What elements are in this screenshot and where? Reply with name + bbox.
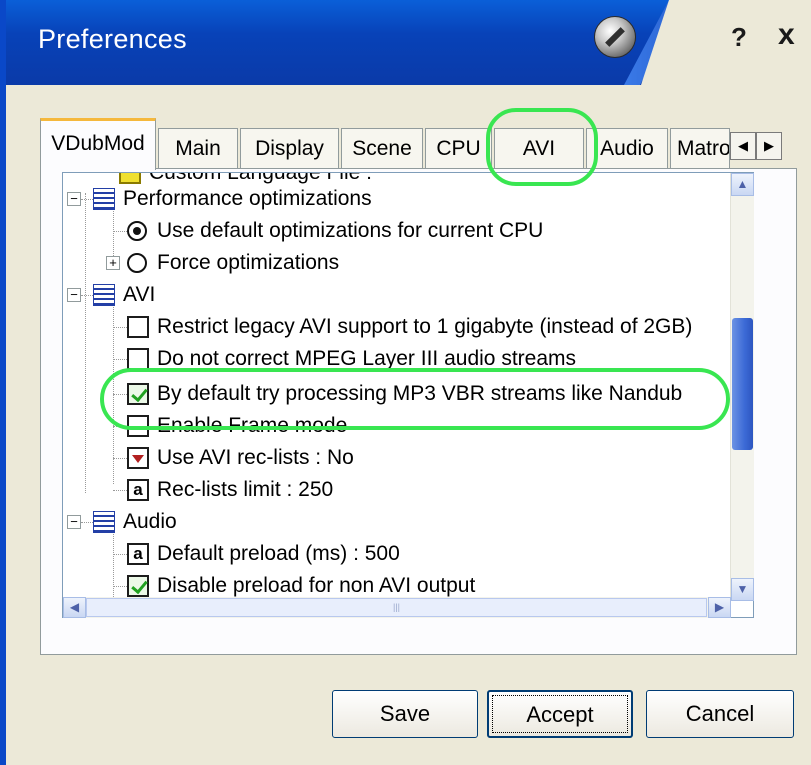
tree-line <box>113 527 114 607</box>
tree-line <box>113 426 127 427</box>
horizontal-scroll-thumb[interactable]: ||| <box>86 598 707 617</box>
checkbox-icon[interactable] <box>127 348 149 370</box>
checkbox-checked-icon[interactable] <box>127 383 149 405</box>
tree-line <box>113 359 127 360</box>
group-icon <box>93 511 115 533</box>
accept-button[interactable]: Accept <box>487 690 633 738</box>
collapse-icon[interactable]: − <box>67 288 81 302</box>
tree-line <box>113 231 127 232</box>
tab-scene[interactable]: Scene <box>341 128 423 168</box>
tree-line <box>113 490 127 491</box>
horizontal-scrollbar[interactable]: ◀ ||| ▶ <box>63 597 731 618</box>
scroll-down-icon[interactable]: ▼ <box>731 578 754 601</box>
scroll-up-icon[interactable]: ▲ <box>731 173 754 196</box>
help-icon[interactable]: ? <box>731 22 747 53</box>
tree-line <box>113 327 127 328</box>
tab-scroll-left-icon[interactable]: ◀ <box>730 132 756 160</box>
tab-vdubmod[interactable]: VDubMod <box>40 118 156 170</box>
settings-tree[interactable]: Custom Language File : − Performance opt… <box>62 172 754 618</box>
tab-audio[interactable]: Audio <box>586 128 668 168</box>
save-button[interactable]: Save <box>332 690 478 738</box>
expand-icon[interactable]: + <box>106 256 120 270</box>
group-icon <box>93 284 115 306</box>
title-bar[interactable]: Preferences ? x <box>6 0 811 85</box>
tab-main[interactable]: Main <box>158 128 238 168</box>
tab-matroska[interactable]: Matro <box>670 128 730 168</box>
text-value-icon[interactable]: a <box>127 543 149 565</box>
tree-line <box>113 586 127 587</box>
checkbox-checked-icon[interactable] <box>127 575 149 597</box>
scroll-left-icon[interactable]: ◀ <box>63 597 86 618</box>
checkbox-icon[interactable] <box>127 415 149 437</box>
close-icon[interactable]: x <box>778 20 795 50</box>
tree-line <box>113 554 127 555</box>
collapse-icon[interactable]: − <box>67 515 81 529</box>
dropdown-icon[interactable] <box>127 447 149 469</box>
window-title: Preferences <box>38 24 187 54</box>
tree-line <box>113 458 127 459</box>
checkbox-icon[interactable] <box>127 316 149 338</box>
cancel-button[interactable]: Cancel <box>646 690 794 738</box>
radio-selected-icon[interactable] <box>127 221 147 241</box>
tree-line <box>81 199 93 200</box>
tab-display[interactable]: Display <box>240 128 339 168</box>
tab-cpu[interactable]: CPU <box>425 128 492 168</box>
vertical-scroll-thumb[interactable] <box>732 318 753 450</box>
tree-line <box>113 394 127 395</box>
vertical-scrollbar[interactable]: ▲ ▼ <box>730 173 754 601</box>
tree-line <box>81 295 93 296</box>
tree-line <box>81 522 93 523</box>
tab-scroll-right-icon[interactable]: ▶ <box>756 132 782 160</box>
tree-line <box>85 193 86 493</box>
group-icon <box>93 188 115 210</box>
scroll-right-icon[interactable]: ▶ <box>708 597 731 618</box>
tab-strip: VDubMod Main Display Scene CPU AVI Audio… <box>40 118 782 170</box>
tab-avi[interactable]: AVI <box>494 128 584 168</box>
app-logo-icon <box>594 16 636 58</box>
text-value-icon[interactable]: a <box>127 479 149 501</box>
collapse-icon[interactable]: − <box>67 192 81 206</box>
radio-unselected-icon[interactable] <box>127 253 147 273</box>
